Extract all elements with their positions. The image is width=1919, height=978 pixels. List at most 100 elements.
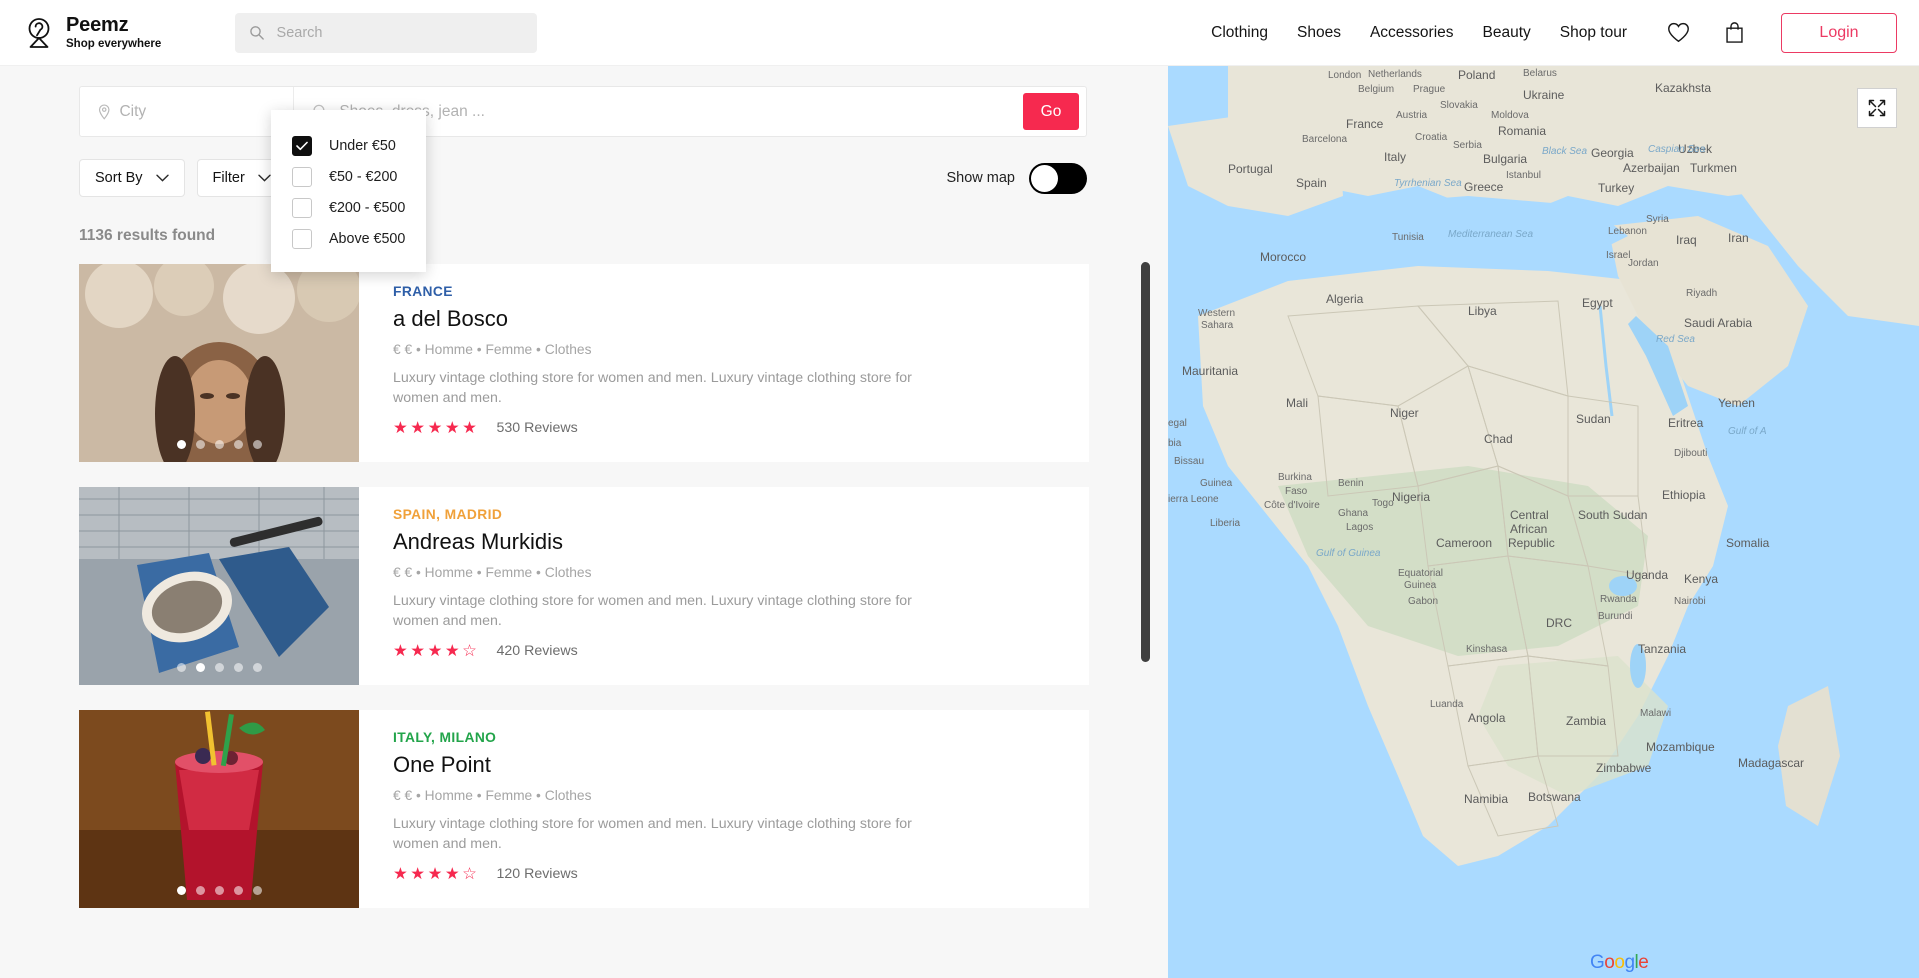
nav-search-input[interactable] xyxy=(276,24,524,41)
search-row: Go xyxy=(0,66,1168,137)
card-title[interactable]: One Point xyxy=(393,752,1065,778)
go-button[interactable]: Go xyxy=(1023,93,1079,130)
result-card[interactable]: ITALY, MILANO One Point € € • Homme • Fe… xyxy=(79,710,1089,908)
carousel-dot[interactable] xyxy=(176,886,186,895)
checkbox-checked[interactable] xyxy=(292,135,312,156)
price-option-label: Above €500 xyxy=(329,230,406,247)
card-title[interactable]: a del Bosco xyxy=(393,306,1065,332)
price-option-label: Under €50 xyxy=(329,137,396,154)
nav-link-shop-tour[interactable]: Shop tour xyxy=(1560,24,1627,42)
show-map-label: Show map xyxy=(946,170,1015,186)
main-content: Go Sort By Filter Price ● 1 xyxy=(0,66,1919,978)
carousel-dot[interactable] xyxy=(233,886,243,895)
heart-icon[interactable] xyxy=(1667,22,1690,43)
result-card[interactable]: FRANCE a del Bosco € € • Homme • Femme •… xyxy=(79,264,1089,462)
review-count: 120 Reviews xyxy=(496,866,578,883)
city-input[interactable] xyxy=(119,102,293,121)
price-option-under-50[interactable]: Under €50 xyxy=(271,130,426,161)
card-image-photo xyxy=(79,264,359,462)
peemz-pin-logo-icon xyxy=(28,17,50,48)
review-count: 420 Reviews xyxy=(496,643,578,660)
carousel-dots[interactable] xyxy=(79,440,359,449)
card-image-photo xyxy=(79,487,359,685)
carousel-dot[interactable] xyxy=(214,440,224,449)
query-input[interactable] xyxy=(339,102,1023,121)
results-list: FRANCE a del Bosco € € • Homme • Femme •… xyxy=(79,264,1089,908)
card-meta: € € • Homme • Femme • Clothes xyxy=(393,788,592,803)
card-image[interactable] xyxy=(79,487,359,685)
carousel-dot[interactable] xyxy=(195,886,205,895)
map-panel[interactable]: Google London Netherlands Poland Belarus Bel… xyxy=(1168,66,1919,978)
carousel-dots[interactable] xyxy=(79,663,359,672)
carousel-dot[interactable] xyxy=(233,663,243,672)
city-field-group[interactable] xyxy=(80,87,294,136)
chevron-down-icon xyxy=(155,174,169,182)
nav-link-accessories[interactable]: Accessories xyxy=(1370,24,1454,42)
fullscreen-expand-icon xyxy=(1868,99,1886,117)
nav-link-beauty[interactable]: Beauty xyxy=(1483,24,1531,42)
card-title[interactable]: Andreas Murkidis xyxy=(393,529,1065,555)
price-option-200-500[interactable]: €200 - €500 xyxy=(271,192,426,223)
card-location: SPAIN, MADRID xyxy=(393,507,503,522)
shopping-bag-icon[interactable] xyxy=(1724,21,1745,44)
brand-logo-group[interactable]: Peemz Shop everywhere xyxy=(22,13,161,50)
card-body: FRANCE a del Bosco € € • Homme • Femme •… xyxy=(359,264,1089,462)
card-rating-row: ★★★★☆ 120 Reviews xyxy=(393,864,1065,884)
card-description: Luxury vintage clothing store for women … xyxy=(393,816,912,853)
search-icon xyxy=(250,26,265,40)
card-description: Luxury vintage clothing store for women … xyxy=(393,370,912,407)
checkbox-unchecked[interactable] xyxy=(292,228,312,249)
location-pin-icon xyxy=(98,103,110,120)
price-option-above-500[interactable]: Above €500 xyxy=(271,223,426,254)
carousel-dot[interactable] xyxy=(195,440,205,449)
nav-link-shoes[interactable]: Shoes xyxy=(1297,24,1341,42)
card-image[interactable] xyxy=(79,264,359,462)
show-map-control: Show map xyxy=(946,162,1087,194)
carousel-dots[interactable] xyxy=(79,886,359,895)
filter-row: Sort By Filter Price ● 1 Show map xyxy=(79,159,1087,197)
map-fullscreen-button[interactable] xyxy=(1857,88,1897,128)
search-bar: Go xyxy=(79,86,1087,137)
result-card[interactable]: SPAIN, MADRID Andreas Murkidis € € • Hom… xyxy=(79,487,1089,685)
price-option-50-200[interactable]: €50 - €200 xyxy=(271,161,426,192)
card-description: Luxury vintage clothing store for women … xyxy=(393,593,912,630)
checkbox-unchecked[interactable] xyxy=(292,166,312,187)
price-option-label: €50 - €200 xyxy=(329,168,398,185)
carousel-dot[interactable] xyxy=(252,440,262,449)
chevron-down-icon xyxy=(258,174,271,182)
top-navigation-bar: Peemz Shop everywhere Clothing Shoes Acc… xyxy=(0,0,1919,66)
checkbox-unchecked[interactable] xyxy=(292,197,312,218)
google-map[interactable]: Google London Netherlands Poland Belarus Bel… xyxy=(1168,66,1919,978)
card-location: FRANCE xyxy=(393,284,453,299)
nav-icon-group xyxy=(1667,21,1745,44)
carousel-dot[interactable] xyxy=(252,663,262,672)
carousel-dot[interactable] xyxy=(252,886,262,895)
carousel-dot[interactable] xyxy=(214,663,224,672)
card-image-photo xyxy=(79,710,359,908)
card-location: ITALY, MILANO xyxy=(393,730,497,745)
carousel-dot[interactable] xyxy=(176,440,186,449)
carousel-dot[interactable] xyxy=(214,886,224,895)
card-image[interactable] xyxy=(79,710,359,908)
login-button[interactable]: Login xyxy=(1781,12,1897,53)
card-meta: € € • Homme • Femme • Clothes xyxy=(393,342,592,357)
check-icon xyxy=(296,141,308,150)
brand-name: Peemz xyxy=(66,13,129,36)
nav-links: Clothing Shoes Accessories Beauty Shop t… xyxy=(1211,24,1627,42)
show-map-toggle[interactable] xyxy=(1029,162,1087,194)
filter-label: Filter xyxy=(212,170,245,186)
map-geometry xyxy=(1168,66,1919,978)
nav-link-clothing[interactable]: Clothing xyxy=(1211,24,1268,42)
toggle-knob xyxy=(1031,164,1058,192)
carousel-dot[interactable] xyxy=(176,663,186,672)
price-dropdown-menu: Under €50 €50 - €200 €200 - €500 Above €… xyxy=(271,110,426,272)
results-scrollbar[interactable] xyxy=(1141,262,1150,662)
rating-stars: ★★★★☆ xyxy=(393,865,480,884)
nav-search-box[interactable] xyxy=(235,12,538,53)
sort-by-label: Sort By xyxy=(95,170,143,186)
carousel-dot[interactable] xyxy=(233,440,243,449)
results-count: 1136 results found xyxy=(79,227,216,244)
card-rating-row: ★★★★☆ 420 Reviews xyxy=(393,641,1065,661)
carousel-dot[interactable] xyxy=(195,663,205,672)
sort-by-dropdown[interactable]: Sort By xyxy=(79,159,185,197)
